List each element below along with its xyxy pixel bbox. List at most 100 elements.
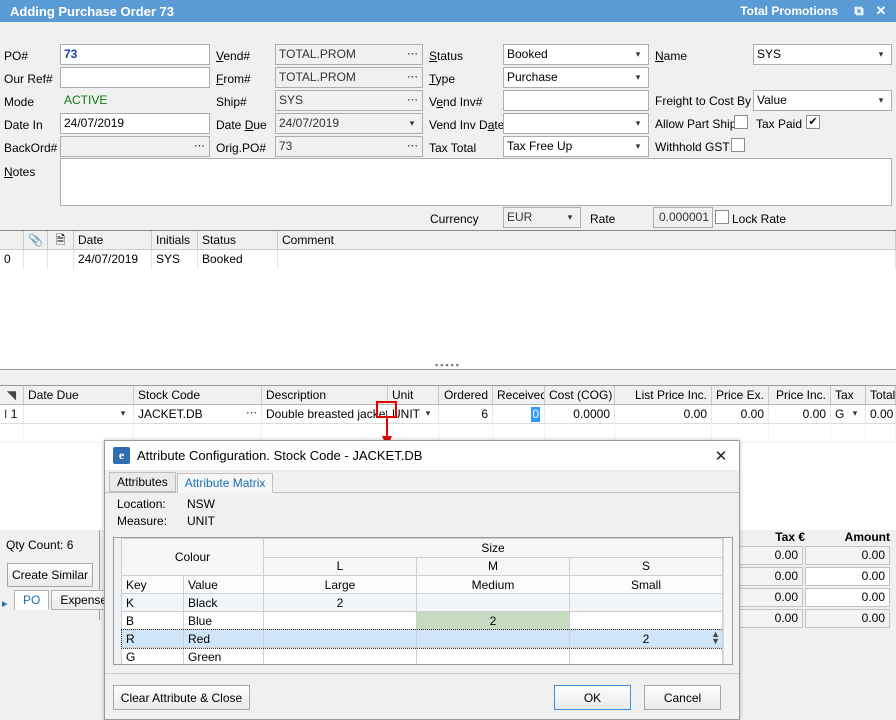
- chevron-down-icon[interactable]: ▾: [631, 45, 645, 64]
- matrix-row-blue[interactable]: B Blue 2: [122, 612, 723, 630]
- table-row[interactable]: I 1 ▾ JACKET.DB ⋯ Double breasted jacket…: [0, 405, 896, 424]
- matrix-cell-black-medium[interactable]: [417, 594, 570, 612]
- cell-cost-cog[interactable]: 0.0000: [545, 405, 615, 423]
- cell-price-inc[interactable]: 0.00: [769, 405, 831, 423]
- cell-received[interactable]: 0: [493, 405, 545, 423]
- cell-unit[interactable]: UNIT ▾: [388, 405, 439, 423]
- matrix-cell-blue-large[interactable]: [264, 612, 417, 630]
- close-icon[interactable]: ✕: [709, 445, 733, 467]
- matrix-cell-black-small[interactable]: [569, 594, 722, 612]
- allow-part-ship-checkbox[interactable]: [734, 115, 748, 129]
- date-due-input[interactable]: 24/07/2019 ▾: [275, 113, 423, 134]
- list-price-inc-header[interactable]: List Price Inc.: [615, 386, 712, 404]
- tax-header[interactable]: Tax: [831, 386, 866, 404]
- type-select[interactable]: Purchase ▾: [503, 67, 649, 88]
- select-all-corner-icon[interactable]: ◥: [0, 386, 24, 404]
- rate-input[interactable]: 0.000001: [653, 207, 713, 228]
- create-similar-button[interactable]: Create Similar: [7, 563, 93, 587]
- po-input[interactable]: 73: [60, 44, 210, 65]
- chevron-down-icon[interactable]: ▾: [631, 137, 645, 156]
- matrix-row-green[interactable]: G Green: [122, 648, 723, 666]
- matrix-cell-blue-medium[interactable]: 2: [417, 612, 570, 630]
- backord-ellipsis-icon[interactable]: ⋯: [192, 139, 207, 154]
- chevron-down-icon[interactable]: ▾: [421, 405, 435, 423]
- matrix-cell-blue-small[interactable]: [569, 612, 722, 630]
- chevron-down-icon[interactable]: ▾: [874, 91, 888, 110]
- lock-rate-checkbox[interactable]: [715, 210, 729, 224]
- description-header[interactable]: Description: [262, 386, 388, 404]
- vend-inv-date-select[interactable]: ▾: [503, 113, 649, 134]
- spinner-icon[interactable]: ▲▼: [711, 631, 720, 645]
- date-due-header[interactable]: Date Due: [24, 386, 134, 404]
- chevron-down-icon[interactable]: ▾: [116, 405, 130, 423]
- unit-header[interactable]: Unit: [388, 386, 439, 404]
- vend-input[interactable]: TOTAL.PROM ⋯: [275, 44, 423, 65]
- cancel-button[interactable]: Cancel: [644, 685, 721, 710]
- matrix-cell-red-small[interactable]: 2 ▲▼: [569, 630, 722, 648]
- our-ref-input[interactable]: [60, 67, 210, 88]
- cell-ordered[interactable]: 6: [439, 405, 493, 423]
- vend-ellipsis-icon[interactable]: ⋯: [405, 47, 420, 62]
- tax-paid-checkbox[interactable]: ✔: [806, 115, 820, 129]
- withhold-gst-checkbox[interactable]: [731, 138, 745, 152]
- stock-code-ellipsis-icon[interactable]: ⋯: [244, 406, 259, 421]
- tab-po[interactable]: PO: [14, 590, 49, 610]
- from-ellipsis-icon[interactable]: ⋯: [405, 70, 420, 85]
- tab-attributes[interactable]: Attributes: [109, 472, 176, 492]
- ok-button[interactable]: OK: [554, 685, 631, 710]
- matrix-vertical-scrollbar[interactable]: [723, 538, 732, 664]
- cell-total[interactable]: 0.00: [866, 405, 896, 423]
- cell-tax[interactable]: G ▾: [831, 405, 866, 423]
- total-header[interactable]: Total: [866, 386, 896, 404]
- from-input[interactable]: TOTAL.PROM ⋯: [275, 67, 423, 88]
- initials-header[interactable]: Initials: [152, 231, 198, 249]
- chevron-down-icon[interactable]: ▾: [631, 68, 645, 87]
- notes-textarea[interactable]: [60, 158, 892, 206]
- vend-inv-input[interactable]: [503, 90, 649, 111]
- matrix-row-scrollbar[interactable]: [114, 538, 121, 664]
- chevron-down-icon[interactable]: ▾: [405, 114, 419, 133]
- tab-scroll-right-icon[interactable]: ▸: [2, 597, 14, 610]
- grid-splitter-handle[interactable]: ▪▪▪▪▪: [0, 360, 896, 369]
- tax-total-select[interactable]: Tax Free Up ▾: [503, 136, 649, 157]
- orig-po-ellipsis-icon[interactable]: ⋯: [405, 139, 420, 154]
- cell-price-ex[interactable]: 0.00: [712, 405, 769, 423]
- freight-select[interactable]: Value ▾: [753, 90, 892, 111]
- cell-description[interactable]: Double breasted jacket: [262, 405, 388, 423]
- backord-input[interactable]: ⋯: [60, 136, 210, 157]
- matrix-cell-red-medium[interactable]: [417, 630, 570, 648]
- ship-input[interactable]: SYS ⋯: [275, 90, 423, 111]
- status-select[interactable]: Booked ▾: [503, 44, 649, 65]
- cell-stock-code[interactable]: JACKET.DB ⋯: [134, 405, 262, 423]
- stock-code-header[interactable]: Stock Code: [134, 386, 262, 404]
- chevron-down-icon[interactable]: ▾: [563, 208, 577, 227]
- table-row[interactable]: 0 24/07/2019 SYS Booked: [0, 250, 896, 269]
- clear-attribute-close-button[interactable]: Clear Attribute & Close: [113, 685, 250, 710]
- tab-attribute-matrix[interactable]: Attribute Matrix: [177, 473, 274, 493]
- cell-date-due[interactable]: ▾: [24, 405, 134, 423]
- matrix-cell-black-large[interactable]: 2: [264, 594, 417, 612]
- close-icon[interactable]: ✕: [870, 1, 892, 21]
- matrix-row-black[interactable]: K Black 2: [122, 594, 723, 612]
- chevron-down-icon[interactable]: ▾: [848, 405, 862, 423]
- ship-ellipsis-icon[interactable]: ⋯: [405, 93, 420, 108]
- date-header[interactable]: Date: [74, 231, 152, 249]
- comment-header[interactable]: Comment: [278, 231, 896, 249]
- matrix-cell-green-small[interactable]: [569, 648, 722, 666]
- matrix-cell-green-medium[interactable]: [417, 648, 570, 666]
- cell-list-price-inc[interactable]: 0.00: [615, 405, 712, 423]
- price-inc-header[interactable]: Price Inc.: [769, 386, 831, 404]
- restore-icon[interactable]: ⧉: [848, 1, 870, 21]
- currency-select[interactable]: EUR ▾: [503, 207, 581, 228]
- cost-cog-header[interactable]: Cost (COG): [545, 386, 615, 404]
- matrix-row-red[interactable]: R Red 2 ▲▼: [122, 630, 723, 648]
- chevron-down-icon[interactable]: ▾: [874, 45, 888, 64]
- ordered-header[interactable]: Ordered: [439, 386, 493, 404]
- matrix-cell-green-large[interactable]: [264, 648, 417, 666]
- chevron-down-icon[interactable]: ▾: [631, 114, 645, 133]
- status-header[interactable]: Status: [198, 231, 278, 249]
- orig-po-input[interactable]: 73 ⋯: [275, 136, 423, 157]
- name-select[interactable]: SYS ▾: [753, 44, 892, 65]
- received-header[interactable]: Received: [493, 386, 545, 404]
- date-in-input[interactable]: 24/07/2019: [60, 113, 210, 134]
